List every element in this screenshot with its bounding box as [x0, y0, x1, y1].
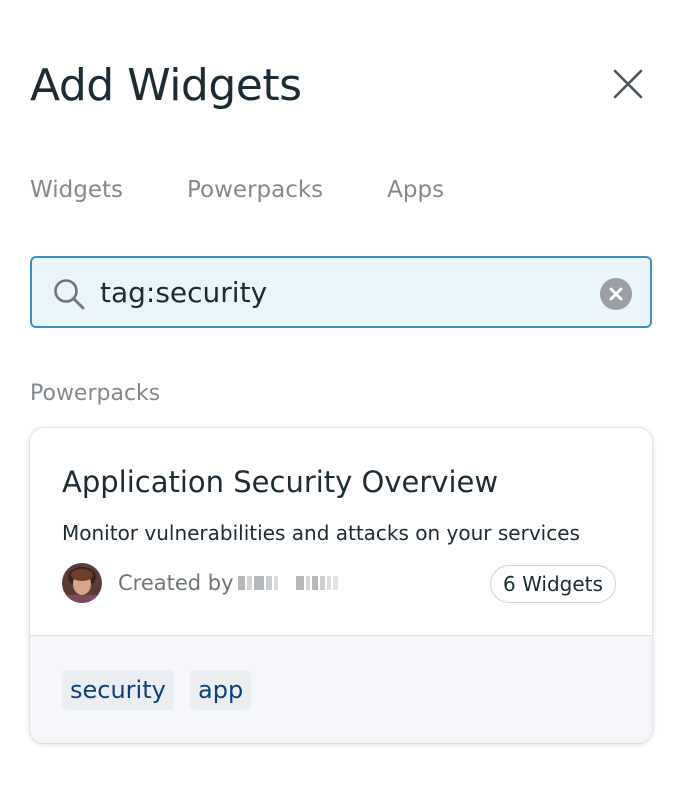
tab-apps[interactable]: Apps — [387, 172, 444, 212]
search-input[interactable] — [100, 268, 590, 316]
tag-security[interactable]: security — [62, 670, 174, 710]
card-title: Application Security Overview — [62, 465, 499, 499]
add-widgets-panel: Add Widgets Widgets Powerpacks Apps Powe… — [0, 0, 684, 800]
close-icon — [613, 69, 643, 99]
tab-powerpacks[interactable]: Powerpacks — [187, 172, 323, 212]
tab-bar: Widgets Powerpacks Apps — [30, 172, 508, 212]
search-icon — [54, 279, 85, 310]
clear-search-button[interactable] — [600, 278, 632, 310]
powerpack-card[interactable]: Application Security Overview Monitor vu… — [30, 428, 652, 743]
card-tags: security app — [30, 635, 652, 743]
tag-app[interactable]: app — [190, 670, 252, 710]
tab-widgets[interactable]: Widgets — [30, 172, 123, 212]
search-box — [30, 256, 652, 328]
section-label-powerpacks: Powerpacks — [30, 381, 161, 406]
clear-icon — [609, 287, 623, 301]
widget-count-badge: 6 Widgets — [490, 565, 616, 603]
avatar — [62, 563, 102, 603]
panel-title: Add Widgets — [30, 60, 302, 111]
redacted-author-name — [237, 573, 340, 593]
created-by-label: Created by — [118, 571, 234, 595]
created-by: Created by — [118, 568, 340, 598]
close-button[interactable] — [608, 64, 648, 104]
card-description: Monitor vulnerabilities and attacks on y… — [62, 521, 580, 545]
